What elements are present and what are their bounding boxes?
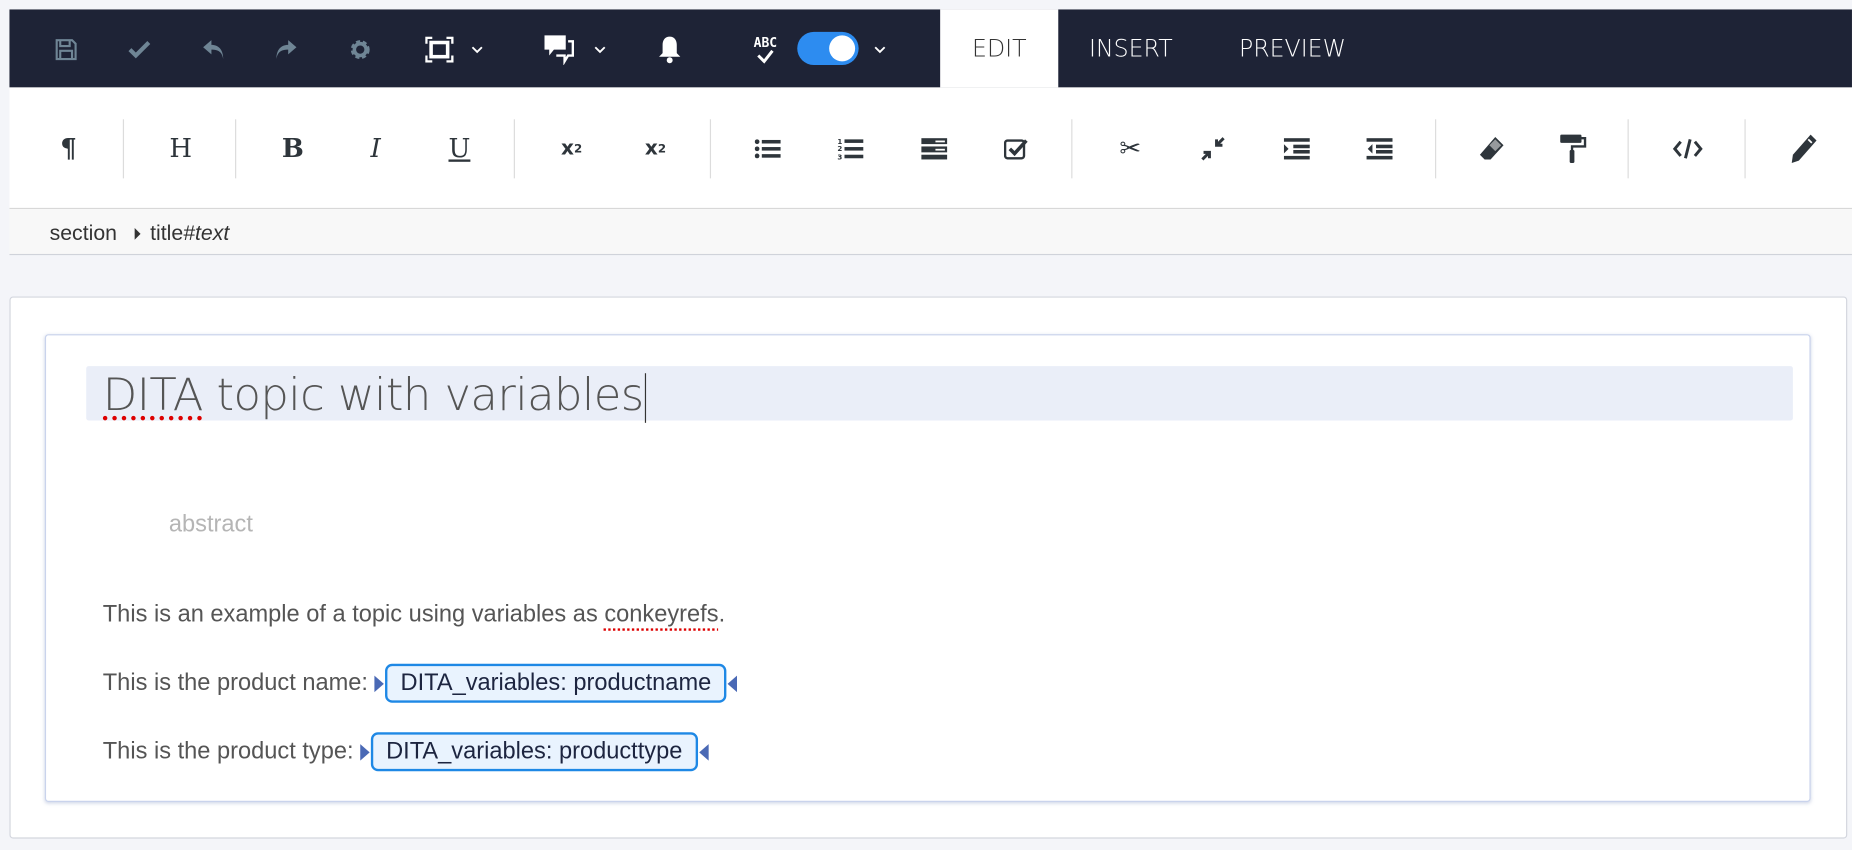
pencil-icon[interactable] [1788,133,1819,164]
comments-icon[interactable] [543,35,581,65]
abstract-placeholder[interactable]: abstract [169,511,253,538]
numbered-list-icon[interactable]: 123 [835,133,866,164]
breadcrumb-item-section[interactable]: section [50,221,117,245]
divider [709,119,712,179]
gear-icon[interactable] [346,35,374,63]
title-element[interactable]: DITA topic with variables [86,366,1793,423]
tab-preview[interactable]: PREVIEW [1207,9,1378,87]
document-canvas[interactable]: DITA topic with variables abstract This … [44,334,1811,802]
chevron-down-icon[interactable] [873,43,887,57]
save-icon[interactable] [52,35,80,63]
code-view-icon[interactable] [1672,133,1703,164]
divider [1744,119,1746,179]
scissors-icon[interactable]: ✂ [1115,133,1146,164]
chevron-down-icon[interactable] [470,43,484,57]
chevron-down-icon[interactable] [593,43,607,57]
italic-button[interactable]: I [360,133,391,164]
variable-end-marker-icon [727,674,738,692]
variable-producttype[interactable]: DITA_variables: producttype [370,732,698,772]
indent-icon[interactable] [1281,133,1312,164]
subscript-icon[interactable]: x2 [640,133,671,164]
divider [122,119,125,179]
task-checkbox-icon[interactable] [1002,133,1033,164]
underline-button[interactable]: U [444,133,475,164]
document-title[interactable]: DITA topic with variables [103,369,646,423]
paragraph[interactable]: This is an example of a topic using vari… [103,601,725,628]
variable-productname[interactable]: DITA_variables: productname [385,663,727,703]
tab-edit[interactable]: EDIT [940,9,1059,88]
spellcheck-toggle[interactable] [797,31,859,65]
breadcrumb-item-title[interactable]: title [150,221,183,245]
caret-right-icon [134,227,141,240]
paint-roller-icon[interactable] [1558,133,1589,164]
fullscreen-icon[interactable] [425,35,454,63]
divider [1627,119,1629,179]
undo-icon[interactable] [200,35,228,63]
definition-list-icon[interactable] [919,133,950,164]
formatting-toolbar: ¶ H B I U x2 x2 123 ✂ [9,87,1852,210]
variable-start-marker-icon [360,743,370,761]
outdent-icon[interactable] [1364,133,1395,164]
toggle-knob [829,35,856,62]
breadcrumb-text-node: #text [183,220,230,245]
spellcheck-icon[interactable]: ABC [751,35,779,64]
compress-icon[interactable] [1198,133,1229,164]
bulleted-list-icon[interactable] [752,133,783,164]
tab-insert[interactable]: INSERT [1057,9,1204,87]
bold-button[interactable]: B [278,133,309,164]
breadcrumb: section title#text [9,209,1852,256]
paragraph-button[interactable]: ¶ [53,133,84,164]
bell-icon[interactable] [656,35,684,64]
eraser-icon[interactable] [1476,133,1507,164]
divider [235,119,237,179]
text-cursor [644,372,646,423]
paragraph[interactable]: This is the product name: DITA_variables… [103,663,738,703]
variable-end-marker-icon [698,743,709,761]
divider [1071,119,1073,179]
variable-start-marker-icon [374,674,384,692]
divider [1435,119,1437,179]
redo-icon[interactable] [272,35,300,63]
misspelled-word[interactable]: conkeyrefs [604,601,718,628]
heading-button[interactable]: H [165,133,196,164]
divider [513,119,515,179]
misspelled-word[interactable]: DITA [103,369,204,421]
superscript-icon[interactable]: x2 [556,133,587,164]
paragraph[interactable]: This is the product type: DITA_variables… [103,732,709,772]
check-icon[interactable] [125,35,153,63]
top-bar: ABC EDIT INSERT PREVIEW [9,9,1852,88]
svg-text:3: 3 [837,152,842,160]
